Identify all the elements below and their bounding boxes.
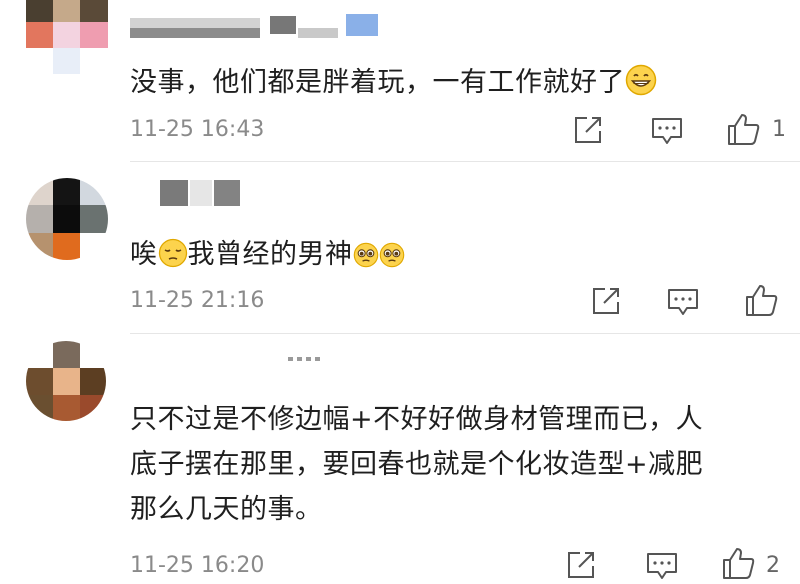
comment-item: 只不过是不修边幅+不好好做身材管理而已，人 底子摆在那里，要回春也就是个化妆造型… <box>0 333 800 581</box>
share-icon <box>593 288 619 314</box>
comment-text-content: 唉 <box>130 239 158 270</box>
comment-text-line: 底子摆在那里，要回春也就是个化妆造型+减肥 <box>130 449 704 480</box>
like-count: 1 <box>772 117 786 142</box>
grinning-face-emoji <box>625 64 657 103</box>
username-redacted[interactable] <box>160 180 280 210</box>
like-button[interactable] <box>722 546 756 580</box>
pensive-face-emoji <box>158 238 188 275</box>
share-button[interactable] <box>573 115 603 145</box>
avatar[interactable] <box>26 341 106 421</box>
avatar[interactable] <box>26 178 108 260</box>
comment-text: 没事，他们都是胖着玩，一有工作就好了 <box>130 60 657 103</box>
thumbs-up-icon <box>723 548 755 579</box>
share-button[interactable] <box>566 550 596 580</box>
pleading-face-emoji <box>379 242 405 275</box>
comment-timestamp: 11-25 16:20 <box>130 553 265 578</box>
comment-text-content: 没事，他们都是胖着玩，一有工作就好了 <box>130 67 625 98</box>
share-icon <box>568 552 594 578</box>
comment-icon <box>652 118 682 144</box>
username-redacted[interactable] <box>288 355 328 385</box>
comment-text-content: 我曾经的男神 <box>187 239 353 270</box>
comment-timestamp: 11-25 21:16 <box>130 288 265 313</box>
username-redacted[interactable] <box>130 12 390 42</box>
like-count: 2 <box>766 553 780 578</box>
thumbs-up-icon <box>746 285 778 316</box>
avatar[interactable] <box>26 0 108 100</box>
comment-text-line: 那么几天的事。 <box>130 494 323 525</box>
comment-item: 没事，他们都是胖着玩，一有工作就好了 11-25 16:43 1 <box>0 0 800 162</box>
comment-text-line: 只不过是不修边幅+不好好做身材管理而已，人 <box>130 404 704 435</box>
thumbs-up-icon <box>728 114 760 145</box>
share-icon <box>575 117 601 143</box>
comment-timestamp: 11-25 16:43 <box>130 117 265 142</box>
reply-button[interactable] <box>651 117 683 145</box>
pleading-face-emoji <box>353 242 379 275</box>
comment-text: 只不过是不修边幅+不好好做身材管理而已，人 底子摆在那里，要回春也就是个化妆造型… <box>130 397 703 532</box>
like-button[interactable] <box>745 283 779 317</box>
share-button[interactable] <box>591 286 621 316</box>
like-button[interactable] <box>727 112 761 146</box>
comment-text: 唉 我曾经的男神 <box>130 232 405 275</box>
comment-icon <box>668 289 698 315</box>
reply-button[interactable] <box>667 288 699 316</box>
comment-item: 唉 我曾经的男神 11-25 21:16 <box>0 162 800 334</box>
reply-button[interactable] <box>646 552 678 580</box>
comment-icon <box>647 553 677 579</box>
